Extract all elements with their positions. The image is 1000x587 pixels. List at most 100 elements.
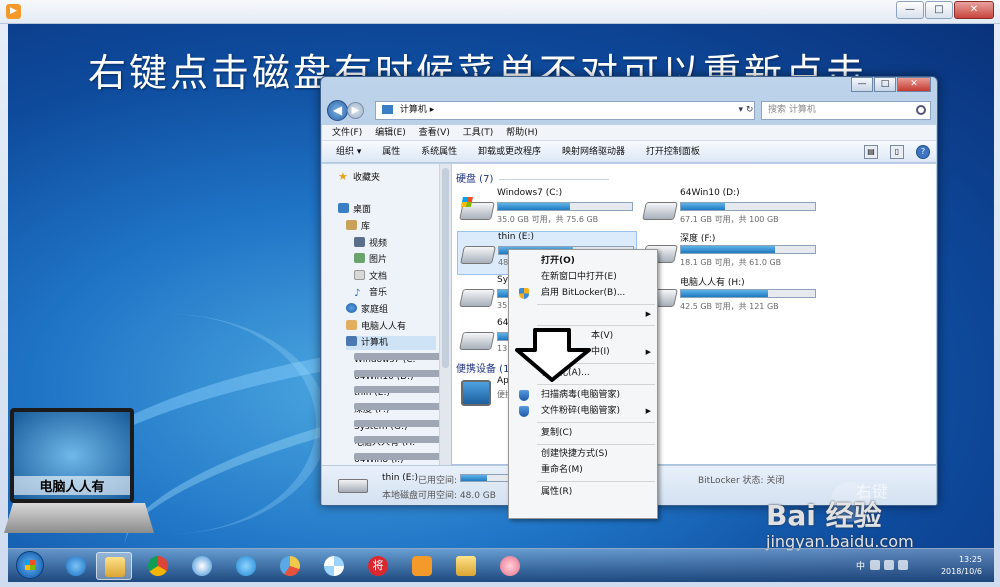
change-view-icon[interactable]: ▤ xyxy=(864,145,878,159)
open-control-panel-button[interactable]: 打开控制面板 xyxy=(646,147,700,157)
navigation-scrollbar[interactable] xyxy=(439,164,451,504)
preview-pane-icon[interactable]: ▯ xyxy=(890,145,904,159)
menu-item-open-new-window[interactable]: 在新窗口中打开(E) xyxy=(509,270,657,285)
menu-item-properties[interactable]: 属性(R) xyxy=(509,485,657,500)
menu-item-create-shortcut[interactable]: 创建快捷方式(S) xyxy=(509,447,657,462)
address-segment-computer[interactable]: 计算机 xyxy=(400,105,427,115)
address-bar[interactable]: 计算机 ▸ xyxy=(375,101,755,120)
computer-icon xyxy=(346,336,357,346)
nav-item-drive-e[interactable]: thin (E:) xyxy=(354,386,439,400)
menu-file[interactable]: 文件(F) xyxy=(332,128,362,138)
player-app-icon: ▶ xyxy=(6,4,21,19)
drive-free-space: 67.1 GB 可用，共 100 GB xyxy=(680,215,779,224)
drive-f[interactable]: 深度 (F:) 18.1 GB 可用，共 61.0 GB xyxy=(640,231,820,275)
chrome-icon[interactable] xyxy=(140,552,176,580)
details-used-label: 已用空间: xyxy=(418,476,458,486)
menu-item-enable-bitlocker[interactable]: 启用 BitLocker(B)... xyxy=(509,286,657,301)
ie-icon[interactable] xyxy=(58,552,94,580)
properties-button[interactable]: 属性 xyxy=(382,147,400,157)
menu-item-copy[interactable]: 复制(C) xyxy=(509,426,657,441)
start-button[interactable] xyxy=(16,551,44,579)
player-icon[interactable] xyxy=(404,552,440,580)
back-button[interactable]: ◀ xyxy=(327,100,348,121)
desktop-icon xyxy=(338,203,349,213)
nav-item-homegroup[interactable]: 家庭组 xyxy=(346,303,388,317)
clock[interactable]: 13:25 2018/10/6 xyxy=(941,554,982,578)
scrollbar-thumb[interactable] xyxy=(442,168,449,368)
scan-shield-icon xyxy=(519,390,529,401)
portable-device-icon xyxy=(461,380,491,406)
drive-usage-bar xyxy=(497,202,633,211)
drive-d[interactable]: 64Win10 (D:) 67.1 GB 可用，共 100 GB xyxy=(640,188,820,232)
tray-flag-icon[interactable] xyxy=(870,560,880,570)
maximize-button[interactable]: □ xyxy=(925,1,953,19)
forward-button[interactable]: ▶ xyxy=(347,102,364,119)
address-chevron[interactable]: ▸ xyxy=(430,105,435,115)
jiang-icon[interactable]: 将 xyxy=(360,552,396,580)
nav-item-drive-g[interactable]: System (G:) xyxy=(354,420,439,434)
pig-icon[interactable] xyxy=(492,552,528,580)
laptop-base xyxy=(4,503,154,533)
bitlocker-shield-icon xyxy=(519,288,529,299)
organize-button[interactable]: 组织 ▾ xyxy=(336,147,361,157)
tray-volume-icon[interactable] xyxy=(898,560,908,570)
hard-disk-icon xyxy=(460,246,496,264)
explorer-minimize-button[interactable]: — xyxy=(851,77,873,92)
browser-icon[interactable] xyxy=(228,552,264,580)
menu-item-submenu[interactable]: ▶ xyxy=(509,307,657,322)
paint-icon[interactable] xyxy=(272,552,308,580)
explorer-maximize-button[interactable]: □ xyxy=(874,77,896,92)
close-button[interactable]: ✕ xyxy=(954,1,994,19)
group-header-hard-disks[interactable]: 硬盘 (7) xyxy=(456,170,609,185)
uninstall-program-button[interactable]: 卸载或更改程序 xyxy=(478,147,541,157)
drive-free-space: 18.1 GB 可用，共 61.0 GB xyxy=(680,258,782,267)
nav-item-videos[interactable]: 视频 xyxy=(354,237,387,251)
menu-item-scan-virus[interactable]: 扫描病毒(电脑管家) xyxy=(509,388,657,403)
menu-separator xyxy=(537,481,655,482)
menu-item-shred-file[interactable]: 文件粉碎(电脑管家) ▶ xyxy=(509,404,657,419)
drive-free-space: 42.5 GB 可用，共 121 GB xyxy=(680,302,779,311)
language-indicator[interactable]: 中 xyxy=(856,559,865,572)
menu-item-rename[interactable]: 重命名(M) xyxy=(509,463,657,478)
taskbar: 将 中 13:25 2018/10/6 xyxy=(8,548,994,582)
homegroup-icon xyxy=(346,303,357,313)
menu-view[interactable]: 查看(V) xyxy=(419,128,450,138)
map-network-drive-button[interactable]: 映射网络驱动器 xyxy=(562,147,625,157)
explorer-folder-icon[interactable] xyxy=(96,552,132,580)
search-icon[interactable] xyxy=(916,105,926,115)
drive-usage-bar xyxy=(680,202,816,211)
hard-disk-icon xyxy=(338,479,368,493)
pinwheel-icon[interactable] xyxy=(316,552,352,580)
nav-item-documents[interactable]: 文档 xyxy=(354,270,387,284)
refresh-icon[interactable]: ▾ ↻ xyxy=(735,102,757,118)
help-icon[interactable]: ? xyxy=(916,145,930,159)
nav-item-pictures[interactable]: 图片 xyxy=(354,253,387,267)
nav-item-desktop[interactable]: 桌面 xyxy=(338,203,371,217)
drive-h[interactable]: 电脑人人有 (H:) 42.5 GB 可用，共 121 GB xyxy=(640,275,820,319)
drive-name: 64Win10 (D:) xyxy=(680,188,740,198)
search-input[interactable]: 搜索 计算机 xyxy=(761,101,931,120)
folder-icon[interactable] xyxy=(448,552,484,580)
nav-item-computer[interactable]: 计算机 xyxy=(346,336,436,350)
drive-name: thin (E:) xyxy=(498,232,535,242)
menu-item-open[interactable]: 打开(O) xyxy=(509,254,657,269)
tray-network-icon[interactable] xyxy=(884,560,894,570)
menu-help[interactable]: 帮助(H) xyxy=(506,128,538,138)
menu-edit[interactable]: 编辑(E) xyxy=(375,128,406,138)
nav-item-drive-c[interactable]: Windows7 (C: xyxy=(354,353,439,367)
nav-item-drive-f[interactable]: 深度 (F:) xyxy=(354,403,439,417)
nav-item-favorites[interactable]: ★ 收藏夹 xyxy=(338,170,380,184)
system-properties-button[interactable]: 系统属性 xyxy=(421,147,457,157)
nav-item-music[interactable]: ♪ 音乐 xyxy=(354,286,387,300)
drive-c[interactable]: Windows7 (C:) 35.0 GB 可用，共 75.6 GB xyxy=(457,188,637,232)
media-icon[interactable] xyxy=(184,552,220,580)
nav-item-libraries[interactable]: 库 xyxy=(346,220,370,234)
minimize-button[interactable]: — xyxy=(896,1,924,19)
explorer-close-button[interactable]: ✕ xyxy=(897,77,931,92)
music-icon: ♪ xyxy=(354,288,361,299)
nav-item-drive-h[interactable]: 电脑人人有 (H: xyxy=(354,436,439,450)
nav-item-user-folder[interactable]: 电脑人人有 xyxy=(346,320,406,334)
drive-usage-bar xyxy=(680,289,816,298)
menu-tools[interactable]: 工具(T) xyxy=(463,128,494,138)
nav-item-drive-d[interactable]: 64Win10 (D:) xyxy=(354,370,439,384)
